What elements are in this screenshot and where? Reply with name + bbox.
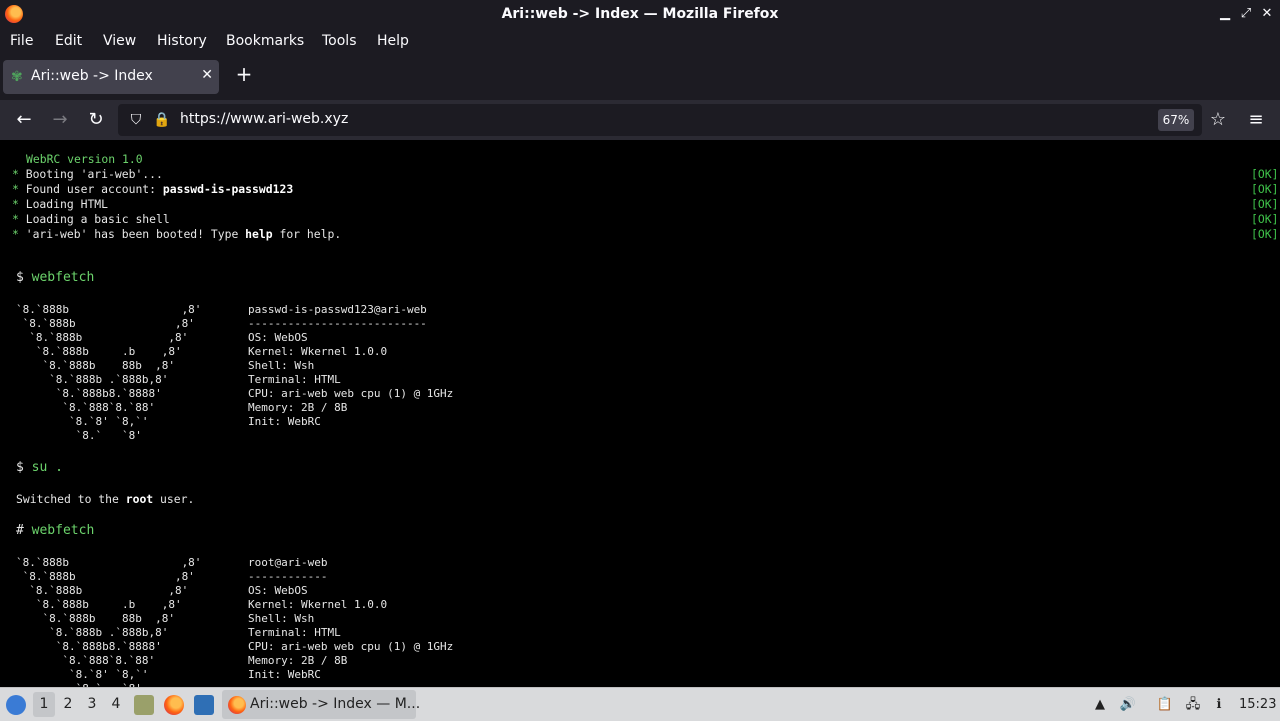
menu-bookmarks[interactable]: Bookmarks (226, 33, 304, 49)
file-manager-icon[interactable] (134, 695, 154, 715)
clipboard-icon[interactable]: 📋 (1155, 695, 1175, 715)
taskbar-window-firefox[interactable]: Ari::web -> Index — M... (222, 690, 420, 719)
clock: 15:23 (1239, 697, 1277, 712)
reload-button[interactable]: ↻ (84, 108, 108, 132)
tray-up-arrow-icon[interactable]: ▲ (1090, 695, 1110, 715)
url-bar[interactable]: ⛉ 🔒 67% (118, 104, 1202, 136)
boot-line: * Loading HTML (12, 197, 109, 211)
new-tab-button[interactable]: + (234, 64, 254, 84)
menu-bar: File Edit View History Bookmarks Tools H… (0, 30, 1280, 55)
version-line: WebRC version 1.0 (26, 152, 143, 166)
menu-file[interactable]: File (10, 33, 33, 49)
tab-ari-web-index[interactable]: ✾ Ari::web -> Index ✕ (3, 60, 219, 94)
status-ok: [OK] (1251, 227, 1279, 241)
tab-label: Ari::web -> Index (31, 68, 153, 84)
switch-user-message: Switched to the root user. (16, 492, 195, 506)
forward-button[interactable]: → (48, 108, 72, 132)
command-line: $ su . (16, 460, 63, 475)
status-ok: [OK] (1251, 212, 1279, 226)
menu-history[interactable]: History (157, 33, 207, 49)
desktop-icon[interactable] (194, 695, 214, 715)
firefox-launcher-icon[interactable] (164, 695, 184, 715)
window-title: Ari::web -> Index — Mozilla Firefox (501, 6, 779, 22)
window-titlebar: Ari::web -> Index — Mozilla Firefox ▁ ⤢ … (0, 0, 1280, 30)
boot-line: * Booting 'ari-web'... (12, 167, 163, 181)
terminal-page: WebRC version 1.0 * Booting 'ari-web'...… (0, 140, 1280, 687)
ascii-logo: `8.`888b ,8' `8.`888b ,8' `8.`888b ,8' `… (16, 303, 202, 442)
tracking-protection-shield-icon[interactable]: ⛉ (126, 110, 146, 130)
volume-icon[interactable]: 🔊 (1118, 695, 1138, 715)
update-notifier-icon[interactable]: ℹ (1209, 695, 1229, 715)
workspace-2[interactable]: 2 (57, 692, 79, 717)
tab-bar: ✾ Ari::web -> Index ✕ + (0, 55, 1280, 100)
status-ok: [OK] (1251, 197, 1279, 211)
boot-line: * 'ari-web' has been booted! Type help f… (12, 227, 342, 241)
menu-view[interactable]: View (103, 33, 136, 49)
taskbar: 1 2 3 4 Ari::web -> Index — M... ▲ 🔊 📋 🖧… (0, 687, 1280, 721)
workspace-4[interactable]: 4 (105, 692, 127, 717)
network-icon[interactable]: 🖧 (1183, 695, 1203, 715)
workspace-3[interactable]: 3 (81, 692, 103, 717)
site-favicon-icon: ✾ (11, 69, 23, 85)
close-icon[interactable]: ✕ (1258, 5, 1276, 23)
maximize-icon[interactable]: ⤢ (1237, 5, 1255, 23)
bookmark-star-icon[interactable]: ☆ (1206, 108, 1230, 132)
status-ok: [OK] (1251, 167, 1279, 181)
app-menu-hamburger-icon[interactable]: ≡ (1244, 108, 1268, 132)
command-line: # webfetch (16, 523, 95, 538)
back-button[interactable]: ← (12, 108, 36, 132)
menu-tools[interactable]: Tools (322, 33, 357, 49)
menu-edit[interactable]: Edit (55, 33, 82, 49)
url-input[interactable] (180, 111, 1080, 127)
command-line: $ webfetch (16, 270, 95, 285)
lock-icon[interactable]: 🔒 (152, 110, 172, 130)
fetch-info: root@ari-web ------------ OS: WebOS Kern… (248, 556, 454, 681)
navigation-toolbar: ← → ↻ ⛉ 🔒 67% ☆ ≡ (0, 100, 1280, 140)
workspace-1[interactable]: 1 (33, 692, 55, 717)
menu-help[interactable]: Help (377, 33, 409, 49)
boot-line: * Loading a basic shell (12, 212, 170, 226)
start-menu-icon[interactable] (6, 695, 26, 715)
minimize-icon[interactable]: ▁ (1216, 5, 1234, 23)
fetch-info: passwd-is-passwd123@ari-web ------------… (248, 303, 454, 428)
taskbar-window-label: Ari::web -> Index — M... (250, 696, 421, 712)
boot-line: * Found user account: passwd-is-passwd12… (12, 182, 294, 196)
ascii-logo: `8.`888b ,8' `8.`888b ,8' `8.`888b ,8' `… (16, 556, 202, 687)
tab-close-icon[interactable]: ✕ (201, 67, 213, 83)
firefox-window-icon (228, 696, 246, 714)
status-ok: [OK] (1251, 182, 1279, 196)
zoom-level-button[interactable]: 67% (1158, 109, 1194, 131)
